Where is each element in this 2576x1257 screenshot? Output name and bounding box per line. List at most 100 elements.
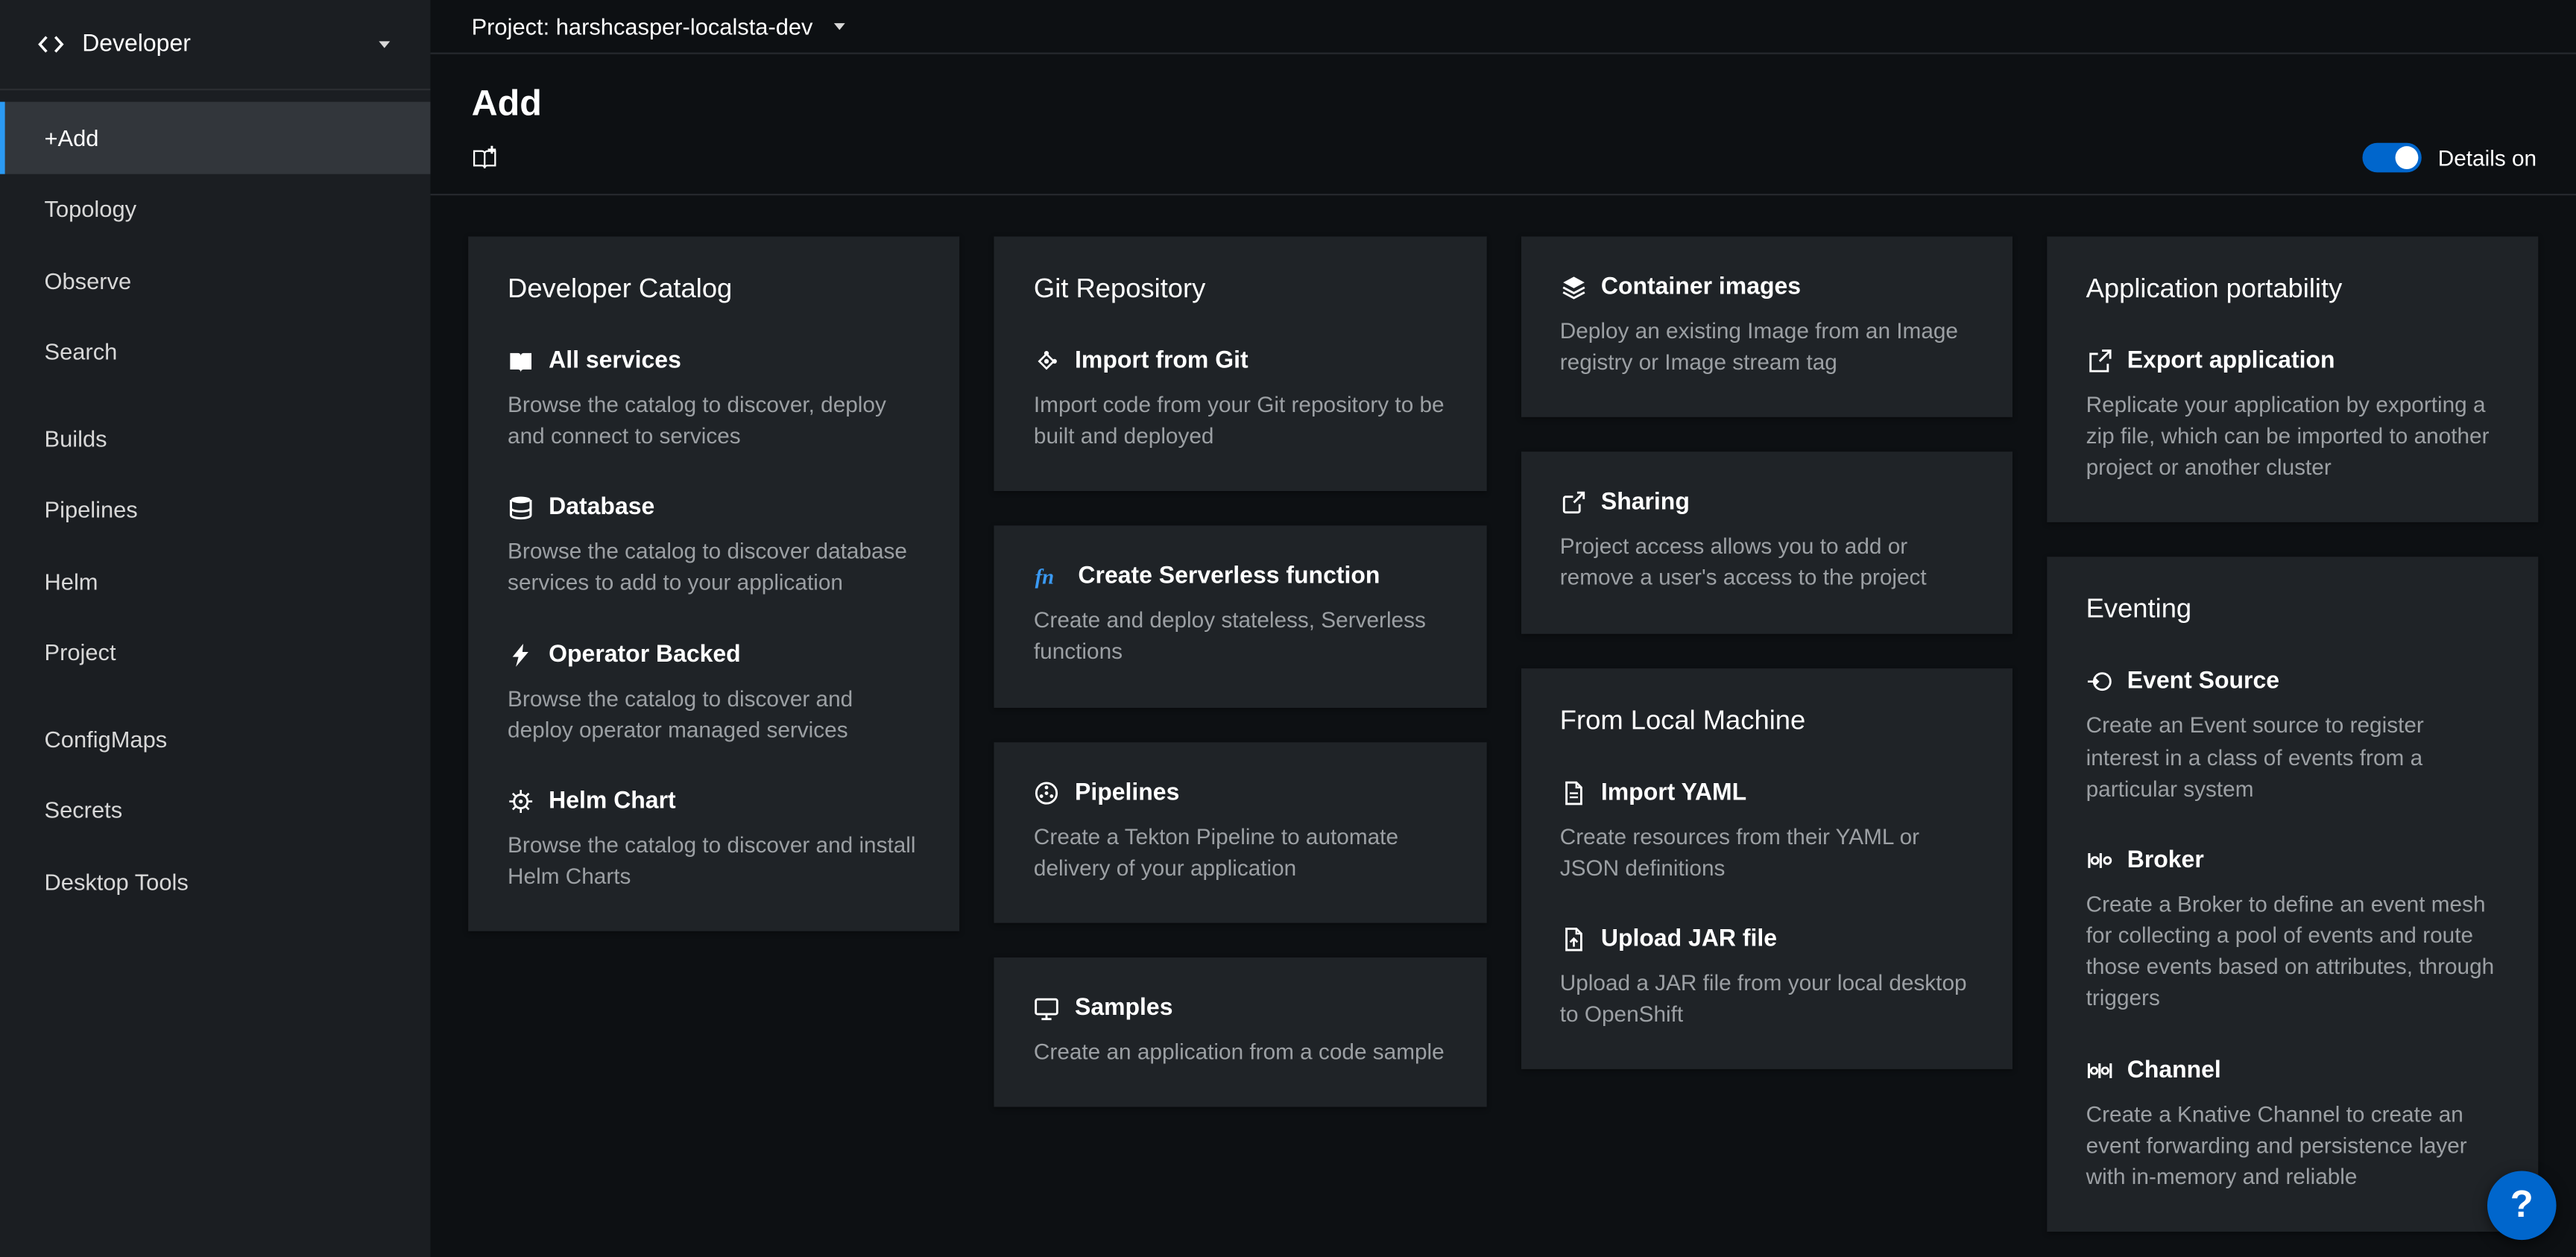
page-header-row: Details on bbox=[472, 143, 2537, 194]
help-button[interactable]: ? bbox=[2487, 1170, 2557, 1239]
broker-icon bbox=[2086, 847, 2112, 873]
action-description: Browse the catalog to discover, deploy a… bbox=[508, 389, 921, 452]
action-label: Import from Git bbox=[1075, 346, 1248, 376]
sidebar-item-project[interactable]: Project bbox=[0, 617, 430, 688]
card-title: Application portability bbox=[2086, 273, 2499, 305]
perspective-switcher[interactable]: Developer bbox=[0, 0, 430, 90]
add-action-database[interactable]: DatabaseBrowse the catalog to discover d… bbox=[508, 493, 921, 599]
sidebar-item-add[interactable]: +Add bbox=[0, 102, 430, 174]
action-title-row: Upload JAR file bbox=[1560, 925, 1973, 954]
nav-group: ConfigMapsSecretsDesktop Tools bbox=[0, 703, 430, 917]
helm-icon bbox=[508, 788, 534, 814]
action-title-row: Pipelines bbox=[1034, 778, 1447, 808]
action-label: Operator Backed bbox=[549, 640, 741, 670]
sidebar-item-observe[interactable]: Observe bbox=[0, 244, 430, 316]
action-description: Create a Tekton Pipeline to automate del… bbox=[1034, 820, 1447, 883]
details-toggle-label: Details on bbox=[2438, 145, 2536, 170]
card-samples: Samples Create an application from a code… bbox=[994, 957, 1486, 1107]
sidebar-item-topology[interactable]: Topology bbox=[0, 174, 430, 245]
card-title: From Local Machine bbox=[1560, 704, 1973, 737]
add-action-helm-chart[interactable]: Helm ChartBrowse the catalog to discover… bbox=[508, 787, 921, 893]
add-action-broker[interactable]: Broker Create a Broker to define an event… bbox=[2086, 846, 2499, 1014]
sidebar-item-secrets[interactable]: Secrets bbox=[0, 774, 430, 846]
sidebar-item-helm[interactable]: Helm bbox=[0, 545, 430, 617]
action-label: Export application bbox=[2127, 346, 2335, 376]
pipelines-icon bbox=[1034, 779, 1060, 805]
action-label: Helm Chart bbox=[549, 787, 676, 817]
action-description: Create a Broker to define an event mesh … bbox=[2086, 888, 2499, 1014]
action-description: Browse the catalog to discover database … bbox=[508, 536, 921, 598]
action-title-row: Channel bbox=[2086, 1055, 2499, 1085]
code-icon bbox=[36, 30, 66, 60]
nav-group: +AddTopologyObserveSearch bbox=[0, 102, 430, 388]
sidebar-item-search[interactable]: Search bbox=[0, 316, 430, 387]
action-title-row: Operator Backed bbox=[508, 640, 921, 670]
action-description: Import code from your Git repository to … bbox=[1034, 389, 1447, 452]
action-description: Create and deploy stateless, Serverless … bbox=[1034, 605, 1447, 668]
layers-icon bbox=[1560, 274, 1586, 300]
sidebar-item-pipelines[interactable]: Pipelines bbox=[0, 474, 430, 545]
action-description: Create a Knative Channel to create an ev… bbox=[2086, 1098, 2499, 1193]
card-column: Application portability Export applicatio… bbox=[2047, 236, 2539, 1232]
add-action-event-source[interactable]: Event SourceCreate an Event source to re… bbox=[2086, 668, 2499, 805]
main-content: Project: harshcasper-localsta-dev Add De… bbox=[430, 0, 2576, 1257]
event-source-icon bbox=[2086, 669, 2112, 695]
action-description: Deploy an existing Image from an Image r… bbox=[1560, 315, 1973, 378]
channel-icon bbox=[2086, 1057, 2112, 1083]
card-column: Developer Catalog All services Browse the … bbox=[468, 236, 960, 931]
add-action-sharing[interactable]: Sharing Project access allows you to add … bbox=[1560, 488, 1973, 594]
samples-icon bbox=[1034, 995, 1060, 1022]
add-action-export-application[interactable]: Export application Replicate your applica… bbox=[2086, 346, 2499, 484]
quick-starts-icon[interactable] bbox=[472, 145, 498, 171]
nav-group: BuildsPipelinesHelmProject bbox=[0, 402, 430, 688]
add-action-upload-jar-file[interactable]: Upload JAR file Upload a JAR file from yo… bbox=[1560, 925, 1973, 1030]
add-action-all-services[interactable]: All services Browse the catalog to discov… bbox=[508, 346, 921, 452]
sidebar-item-configmaps[interactable]: ConfigMaps bbox=[0, 703, 430, 774]
card-developer-catalog: Developer Catalog All services Browse the … bbox=[468, 236, 960, 931]
card-git-repository: Git RepositoryImport from GitImport code… bbox=[994, 236, 1486, 491]
action-title-row: fnCreate Serverless function bbox=[1034, 562, 1447, 592]
sidebar-item-desktop-tools[interactable]: Desktop Tools bbox=[0, 846, 430, 917]
add-action-pipelines[interactable]: Pipelines Create a Tekton Pipeline to aut… bbox=[1034, 778, 1447, 884]
add-action-container-images[interactable]: Container images Deploy an existing Image… bbox=[1560, 273, 1973, 379]
project-selector[interactable]: Project: harshcasper-localsta-dev bbox=[430, 0, 2576, 54]
card-title: Developer Catalog bbox=[508, 273, 921, 305]
fn-icon: fn bbox=[1034, 564, 1064, 590]
file-icon bbox=[1560, 779, 1586, 805]
catalog-icon bbox=[508, 348, 534, 374]
action-label: Upload JAR file bbox=[1601, 925, 1777, 954]
cards-grid: Developer Catalog All services Browse the … bbox=[430, 195, 2576, 1257]
add-action-operator-backed[interactable]: Operator BackedBrowse the catalog to dis… bbox=[508, 640, 921, 746]
action-title-row: All services bbox=[508, 346, 921, 376]
action-label: Container images bbox=[1601, 273, 1801, 303]
add-action-import-yaml[interactable]: Import YAMLCreate resources from their Y… bbox=[1560, 778, 1973, 884]
action-label: Channel bbox=[2127, 1055, 2221, 1085]
action-description: Create an application from a code sample bbox=[1034, 1036, 1447, 1068]
chevron-down-icon bbox=[830, 16, 849, 36]
add-action-samples[interactable]: Samples Create an application from a code… bbox=[1034, 993, 1447, 1068]
sidebar-item-builds[interactable]: Builds bbox=[0, 402, 430, 474]
card-create-serverless-function: fnCreate Serverless function Create and d… bbox=[994, 526, 1486, 707]
action-description: Project access allows you to add or remo… bbox=[1560, 531, 1973, 594]
database-icon bbox=[508, 495, 534, 521]
add-action-channel[interactable]: Channel Create a Knative Channel to creat… bbox=[2086, 1055, 2499, 1192]
card-sharing: Sharing Project access allows you to add … bbox=[1521, 452, 2012, 633]
card-container-images: Container images Deploy an existing Image… bbox=[1521, 236, 2012, 417]
sidebar: Developer +AddTopologyObserveSearchBuild… bbox=[0, 0, 430, 1257]
card-column: Container images Deploy an existing Image… bbox=[1521, 236, 2012, 1069]
action-label: All services bbox=[549, 346, 681, 376]
details-toggle[interactable] bbox=[2362, 143, 2421, 173]
action-description: Replicate your application by exporting … bbox=[2086, 389, 2499, 484]
svg-text:fn: fn bbox=[1035, 566, 1054, 589]
action-label: Event Source bbox=[2127, 668, 2279, 697]
add-action-import-from-git[interactable]: Import from Git Import code from your Git… bbox=[1034, 346, 1447, 452]
action-label: Import YAML bbox=[1601, 778, 1746, 808]
action-label: Samples bbox=[1075, 993, 1172, 1023]
add-action-create-serverless-function[interactable]: fnCreate Serverless function Create and d… bbox=[1034, 562, 1447, 668]
action-title-row: Container images bbox=[1560, 273, 1973, 303]
action-description: Upload a JAR file from your local deskto… bbox=[1560, 967, 1973, 1030]
action-title-row: Broker bbox=[2086, 846, 2499, 876]
action-title-row: Sharing bbox=[1560, 488, 1973, 518]
action-title-row: Export application bbox=[2086, 346, 2499, 376]
card-from-local-machine: From Local Machine Import YAMLCreate reso… bbox=[1521, 668, 2012, 1069]
